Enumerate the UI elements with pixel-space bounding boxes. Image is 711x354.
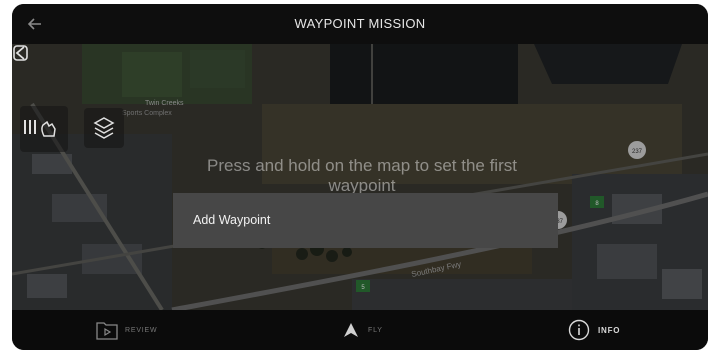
app-screen: WAYPOINT MISSION Press and hold on the m… [12,4,708,350]
page-title: WAYPOINT MISSION [294,16,426,31]
bottom-nav: REVIEW FLY INFO [12,310,708,350]
hand-tool-icon [24,120,56,137]
add-waypoint-option[interactable]: Add Waypoint [193,193,270,248]
remote-control-button[interactable] [20,106,68,152]
map-layers-button[interactable] [84,108,124,148]
info-icon [568,319,590,341]
nav-info[interactable]: INFO [568,310,620,350]
nav-review[interactable]: REVIEW [96,310,157,350]
review-folder-icon [96,322,118,340]
device-frame: WAYPOINT MISSION Press and hold on the m… [0,0,711,354]
back-arrow-icon[interactable] [24,13,46,35]
add-waypoint-popup[interactable]: Add Waypoint [173,193,558,248]
fly-arrow-icon [344,323,358,337]
chevron-left-icon[interactable] [12,44,30,62]
nav-fly-label: FLY [368,326,383,334]
layers-icon [93,117,115,139]
nav-review-label: REVIEW [125,326,158,334]
satellite-map[interactable]: 237 237 8 5 Twin Creeks Sports Complex S… [12,44,708,310]
nav-info-label: INFO [598,325,621,335]
top-bar: WAYPOINT MISSION [12,4,708,44]
instruction-hint: Press and hold on the map to set the fir… [207,156,517,195]
nav-fly[interactable]: FLY [342,310,383,350]
